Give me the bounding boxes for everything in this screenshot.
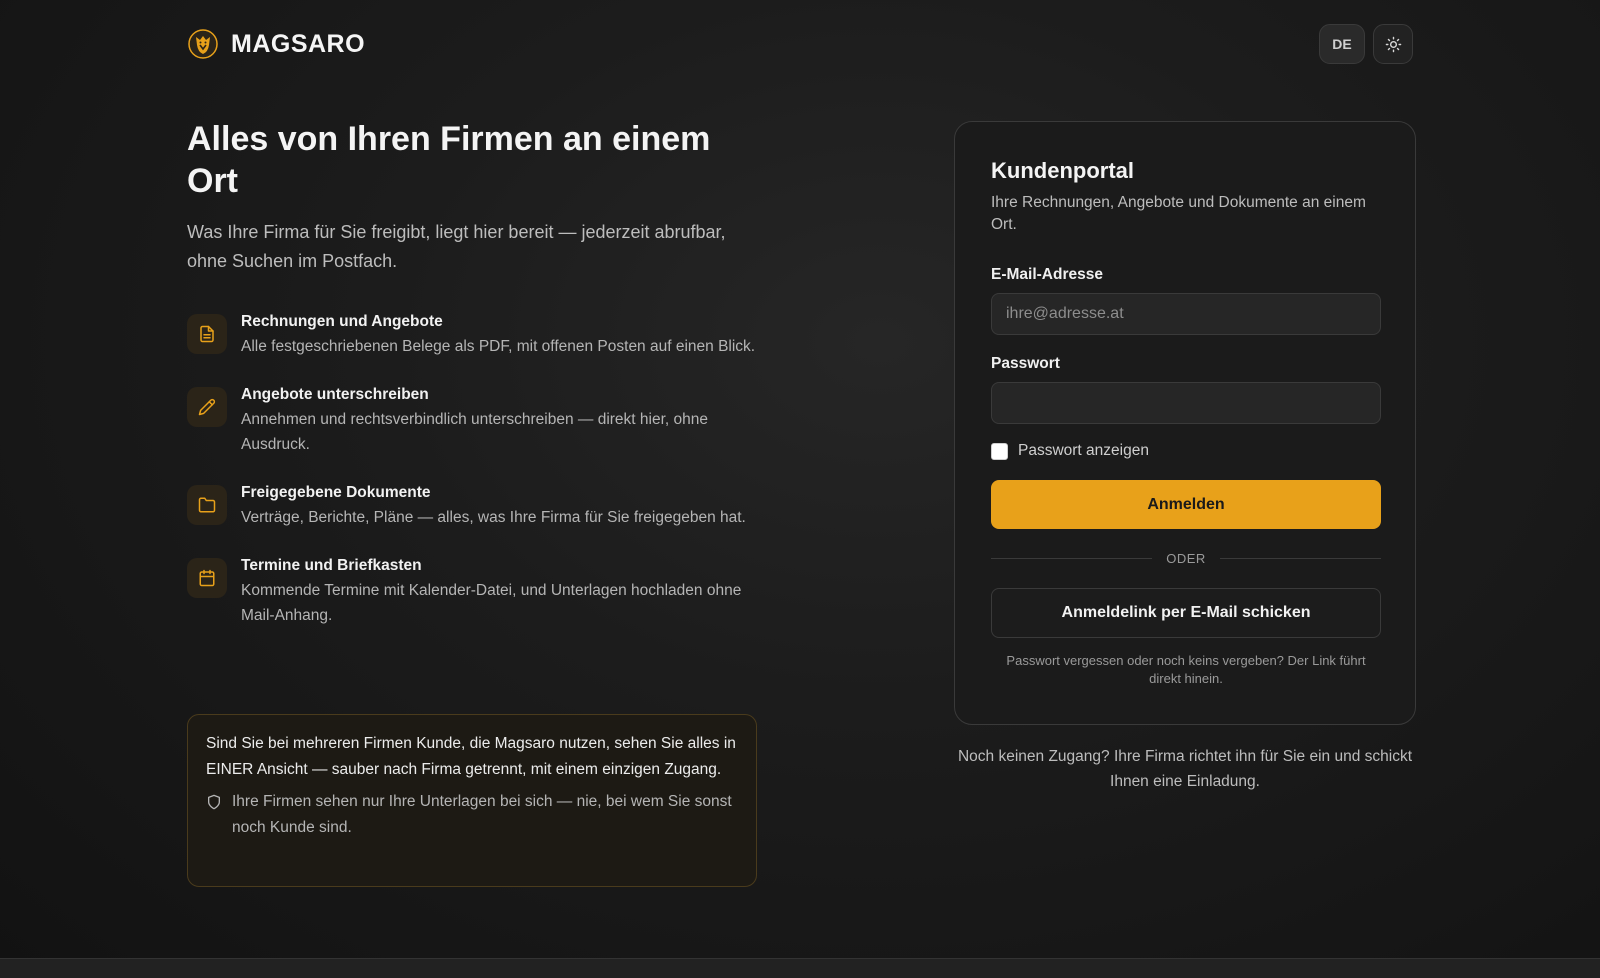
password-field[interactable] <box>991 382 1381 424</box>
divider-line <box>991 558 1153 559</box>
privacy-note: Ihre Firmen sehen nur Ihre Unterlagen be… <box>206 789 738 840</box>
info-text: Sind Sie bei mehreren Firmen Kunde, die … <box>206 735 736 778</box>
feature-desc: Verträge, Berichte, Pläne — alles, was I… <box>241 509 746 526</box>
show-password-label[interactable]: Passwort anzeigen <box>1018 442 1149 460</box>
multi-company-info-box: Sind Sie bei mehreren Firmen Kunde, die … <box>187 714 757 887</box>
feature-title: Rechnungen und Angebote <box>241 313 443 330</box>
magic-link-button[interactable]: Anmeldelink per E-Mail schicken <box>991 588 1381 638</box>
login-subtitle: Ihre Rechnungen, Angebote und Dokumente … <box>991 194 1366 233</box>
feature-list: Rechnungen und Angebote Alle festgeschri… <box>187 310 757 628</box>
intro-section: Alles von Ihren Firmen an einem Ort Was … <box>187 118 757 652</box>
no-access-note: Noch keinen Zugang? Ihre Firma richtet i… <box>957 748 1413 790</box>
theme-toggle-button[interactable] <box>1373 24 1413 64</box>
feature-title: Angebote unterschreiben <box>241 386 429 403</box>
login-card: Kundenportal Ihre Rechnungen, Angebote u… <box>954 121 1416 725</box>
or-divider: ODER <box>991 551 1381 566</box>
feature-item-invoices: Rechnungen und Angebote Alle festgeschri… <box>187 310 757 359</box>
email-field[interactable] <box>991 293 1381 335</box>
login-button[interactable]: Anmelden <box>991 480 1381 529</box>
divider-line <box>1219 558 1381 559</box>
intro-subtitle: Was Ihre Firma für Sie freigibt, liegt h… <box>187 222 726 271</box>
folder-icon <box>187 485 227 525</box>
document-icon <box>187 314 227 354</box>
password-label: Passwort <box>991 355 1060 372</box>
feature-item-documents: Freigegebene Dokumente Verträge, Bericht… <box>187 481 757 530</box>
language-button[interactable]: DE <box>1319 24 1365 64</box>
footer-bar <box>0 958 1600 978</box>
feature-desc: Alle festgeschriebenen Belege als PDF, m… <box>241 338 756 355</box>
magsaro-logo-icon <box>188 29 218 59</box>
brand[interactable]: MAGSARO <box>187 28 365 60</box>
feature-desc: Annehmen und rechtsverbindlich unterschr… <box>241 411 708 453</box>
feature-item-appointments: Termine und Briefkasten Kommende Termine… <box>187 554 757 628</box>
login-title: Kundenportal <box>991 158 1134 183</box>
feature-title: Freigegebene Dokumente <box>241 484 431 501</box>
feature-desc: Kommende Termine mit Kalender-Datei, und… <box>241 582 742 624</box>
header: MAGSARO DE <box>187 24 1413 64</box>
email-label: E-Mail-Adresse <box>991 266 1103 283</box>
shield-icon <box>208 794 220 810</box>
header-actions: DE <box>1319 24 1413 64</box>
privacy-note-text: Ihre Firmen sehen nur Ihre Unterlagen be… <box>232 793 732 836</box>
sun-icon <box>1385 36 1401 52</box>
calendar-icon <box>187 558 227 598</box>
show-password-checkbox[interactable] <box>991 442 1008 460</box>
login-hint: Passwort vergessen oder noch keins verge… <box>1006 653 1366 686</box>
feature-item-sign: Angebote unterschreiben Annehmen und rec… <box>187 383 757 457</box>
pencil-icon <box>187 387 227 427</box>
brand-name: MAGSARO <box>231 29 366 58</box>
show-password-row[interactable]: Passwort anzeigen <box>991 442 1379 460</box>
feature-title: Termine und Briefkasten <box>241 557 422 574</box>
divider-text: ODER <box>1166 551 1206 566</box>
page-title: Alles von Ihren Firmen an einem Ort <box>187 120 711 200</box>
